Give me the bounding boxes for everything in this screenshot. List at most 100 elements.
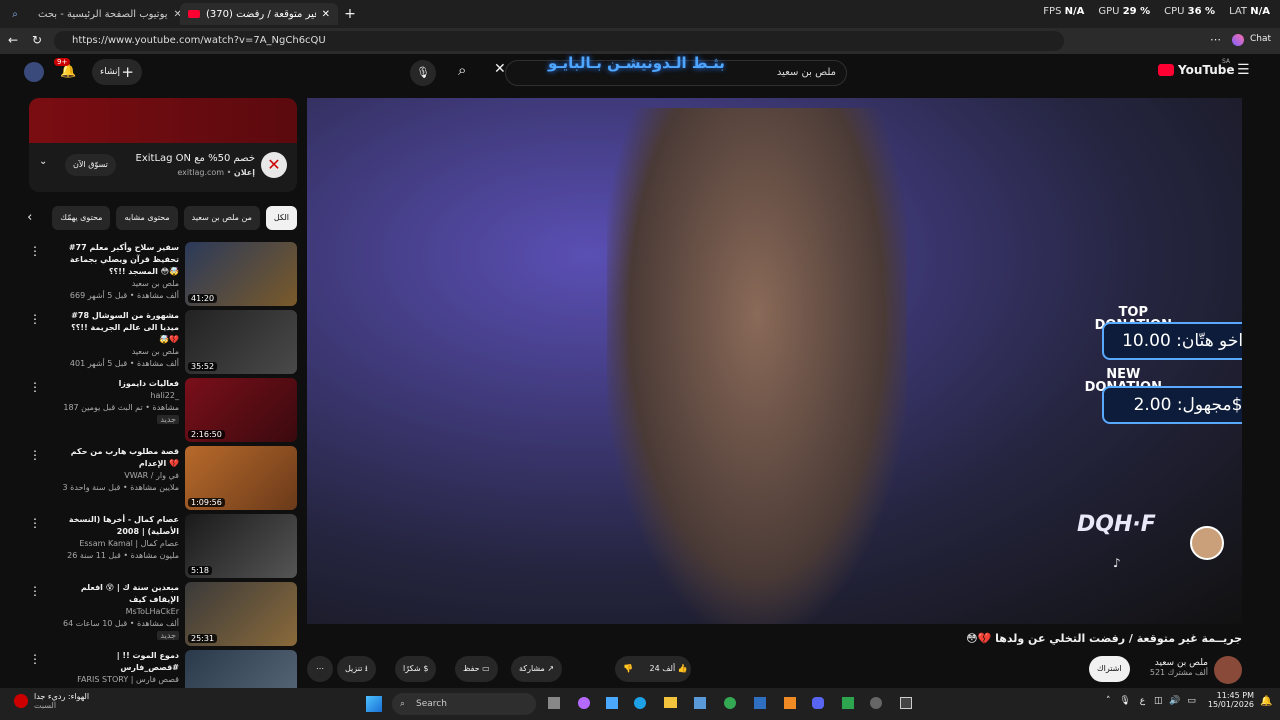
video-thumbnail[interactable]: 25:31 [185, 582, 297, 646]
channel-name[interactable]: FARIS STORY | قصص فارس [61, 674, 179, 686]
notification-bell-icon[interactable]: 🔔 [1260, 696, 1272, 707]
task-view-icon[interactable] [548, 697, 560, 709]
more-vertical-icon[interactable]: ⋮ [29, 652, 41, 666]
youtube-logo-text[interactable]: YouTube [1178, 63, 1235, 77]
more-vertical-icon[interactable]: ⋮ [29, 380, 41, 394]
subscribe-button[interactable]: اشتراك [1089, 656, 1130, 682]
list-item[interactable]: 41:20 #77 سفير سلاح وأكبر معلم تحفيظ قرآ… [29, 242, 297, 306]
app-icon-3[interactable] [900, 697, 912, 709]
list-item[interactable]: 35:52 #78 مشهورة من السوشال ميديا الى عا… [29, 310, 297, 374]
url-input[interactable]: https://www.youtube.com/watch?v=7A_NgCh6… [54, 31, 1064, 51]
app-icon-2[interactable] [870, 697, 882, 709]
taskbar-search-input[interactable]: ⌕ Search [392, 693, 536, 715]
channel-name[interactable]: MsToLHaCkEr [61, 606, 179, 618]
more-horizontal-icon[interactable]: ⋯ [307, 656, 333, 682]
like-count[interactable]: 24 ألف [650, 664, 676, 673]
promo-ad[interactable]: ✕ خصم 50% مع ExitLag ON exitlag.com • إع… [29, 98, 297, 192]
list-item[interactable]: دموع الموت !! | #قصص_فارس FARIS STORY | … [29, 650, 297, 688]
chip-from-channel[interactable]: من ملص بن سعيد [183, 206, 260, 230]
channel-name[interactable]: Essam Kamal | عصام كمال [61, 538, 179, 550]
chip-all[interactable]: الكل [265, 206, 297, 230]
video-thumbnail[interactable]: 2:16:50 [185, 378, 297, 442]
microphone-icon[interactable]: 🎙 [1119, 696, 1130, 706]
xbox-icon[interactable] [842, 697, 854, 709]
channel-name[interactable]: ملص بن سعيد [1150, 658, 1208, 668]
channel-name[interactable]: ملص بن سعيد [61, 278, 179, 290]
list-item[interactable]: 2:16:50 فعاليات دايموزا hali22_ 187 مشاه… [29, 378, 297, 442]
video-title[interactable]: مبعدين سنة ك | 😵 افعلم الإيقاف كيف [61, 582, 179, 606]
video-title[interactable]: فعاليات دايموزا [61, 378, 179, 390]
clear-search-icon[interactable]: ✕ [494, 61, 506, 77]
tab-current-video[interactable]: (370) جريــمة غير متوقعة / رفضت ✕ [180, 3, 338, 25]
video-title[interactable]: عصام كمال - أخرها (النسخة الأصلية) | 200… [61, 514, 179, 538]
video-title[interactable]: دموع الموت !! | #قصص_فارس [61, 650, 179, 674]
new-tab-icon[interactable]: + [338, 6, 362, 22]
chip-for-you[interactable]: محتوى يهمّك [52, 206, 111, 230]
like-icon[interactable]: 👍 [678, 664, 688, 673]
video-player[interactable]: TOPDONATION اخو هتّان: 10.00$ NEWDONATIO… [307, 98, 1242, 624]
copilot-app-icon[interactable] [578, 697, 590, 709]
chevron-up-icon[interactable]: ˄ [1106, 696, 1111, 706]
list-item[interactable]: 25:31 مبعدين سنة ك | 😵 افعلم الإيقاف كيف… [29, 582, 297, 646]
video-thumbnail[interactable] [185, 650, 297, 688]
chrome-icon[interactable] [724, 697, 736, 709]
video-title[interactable]: قصة مطلوب هارب من حكم الإعدام 💔 [61, 446, 179, 470]
save-button[interactable]: حفظ ▭ [455, 656, 498, 682]
channel-avatar[interactable] [1214, 656, 1242, 684]
share-button[interactable]: مشاركة ↗ [511, 656, 563, 682]
battery-icon[interactable]: ▭ [1187, 696, 1196, 706]
more-vertical-icon[interactable]: ⋮ [29, 244, 41, 258]
video-thumbnail[interactable]: 35:52 [185, 310, 297, 374]
edge-icon[interactable] [634, 697, 646, 709]
more-icon[interactable]: ⋯ [1210, 33, 1221, 46]
promo-banner[interactable] [29, 98, 297, 143]
discord-icon[interactable] [812, 697, 824, 709]
file-explorer-icon[interactable] [664, 697, 677, 708]
thanks-button[interactable]: شكرًا $ [395, 656, 437, 682]
list-item[interactable]: 1:09:56 قصة مطلوب هارب من حكم الإعدام 💔 … [29, 446, 297, 510]
volume-icon[interactable]: 🔊 [1169, 696, 1180, 706]
channel-name[interactable]: ملص بن سعيد [61, 346, 179, 358]
create-button[interactable]: إنشاء + [92, 59, 142, 85]
notifications-icon[interactable]: 🔔 9+ [54, 58, 76, 79]
channel-name[interactable]: VWAR / في وار [61, 470, 179, 482]
shop-now-button[interactable]: تسوّق الآن [65, 154, 116, 176]
back-icon[interactable]: ← [8, 33, 18, 47]
weather-widget[interactable]: الهواء: رديء جدا السبت [34, 692, 89, 710]
video-thumbnail[interactable]: 41:20 [185, 242, 297, 306]
reload-icon[interactable]: ↻ [32, 33, 42, 47]
more-vertical-icon[interactable]: ⋮ [29, 312, 41, 326]
app-icon[interactable] [784, 697, 796, 709]
download-button[interactable]: تنزيل ⭳ [337, 656, 376, 682]
clock[interactable]: 11:45 PM 15/01/2026 [1204, 691, 1254, 709]
menu-icon[interactable]: ☰ [1237, 62, 1250, 78]
channel-name[interactable]: hali22_ [61, 390, 179, 402]
windows-start-icon[interactable] [366, 696, 382, 712]
search-icon[interactable]: ⌕ [458, 61, 466, 79]
video-title[interactable]: #77 سفير سلاح وأكبر معلم تحفيظ قرآن ويصل… [61, 242, 179, 278]
more-vertical-icon[interactable]: ⋮ [29, 448, 41, 462]
video-thumbnail[interactable]: 5:18 [185, 514, 297, 578]
chat-button[interactable]: Chat [1250, 34, 1271, 44]
chevron-down-icon[interactable]: ⌄ [39, 156, 47, 167]
video-title[interactable]: #78 مشهورة من السوشال ميديا الى عالم الج… [61, 310, 179, 346]
tab-youtube-home[interactable]: يوتيوب الصفحة الرئيسية - بحث ✕ [30, 3, 180, 25]
youtube-logo-icon[interactable] [1158, 64, 1174, 76]
voice-search-icon[interactable]: 🎙 [410, 60, 436, 86]
network-icon[interactable]: ◫ [1154, 696, 1163, 706]
close-icon[interactable]: ✕ [322, 9, 330, 20]
language-indicator[interactable]: ع [1140, 696, 1145, 706]
dislike-icon[interactable]: 👎 [623, 664, 633, 673]
chevron-left-icon[interactable]: ‹ [19, 206, 40, 230]
more-vertical-icon[interactable]: ⋮ [29, 584, 41, 598]
avatar[interactable] [24, 62, 44, 82]
video-thumbnail[interactable]: 1:09:56 [185, 446, 297, 510]
search-tab-icon[interactable]: ⌕ [0, 9, 30, 20]
widgets-icon[interactable] [606, 697, 618, 709]
mail-icon[interactable] [754, 697, 766, 709]
weather-alert-icon[interactable] [14, 694, 28, 708]
more-vertical-icon[interactable]: ⋮ [29, 516, 41, 530]
list-item[interactable]: 5:18 عصام كمال - أخرها (النسخة الأصلية) … [29, 514, 297, 578]
chip-related[interactable]: محتوى مشابه [116, 206, 178, 230]
copilot-icon[interactable] [1232, 34, 1244, 46]
